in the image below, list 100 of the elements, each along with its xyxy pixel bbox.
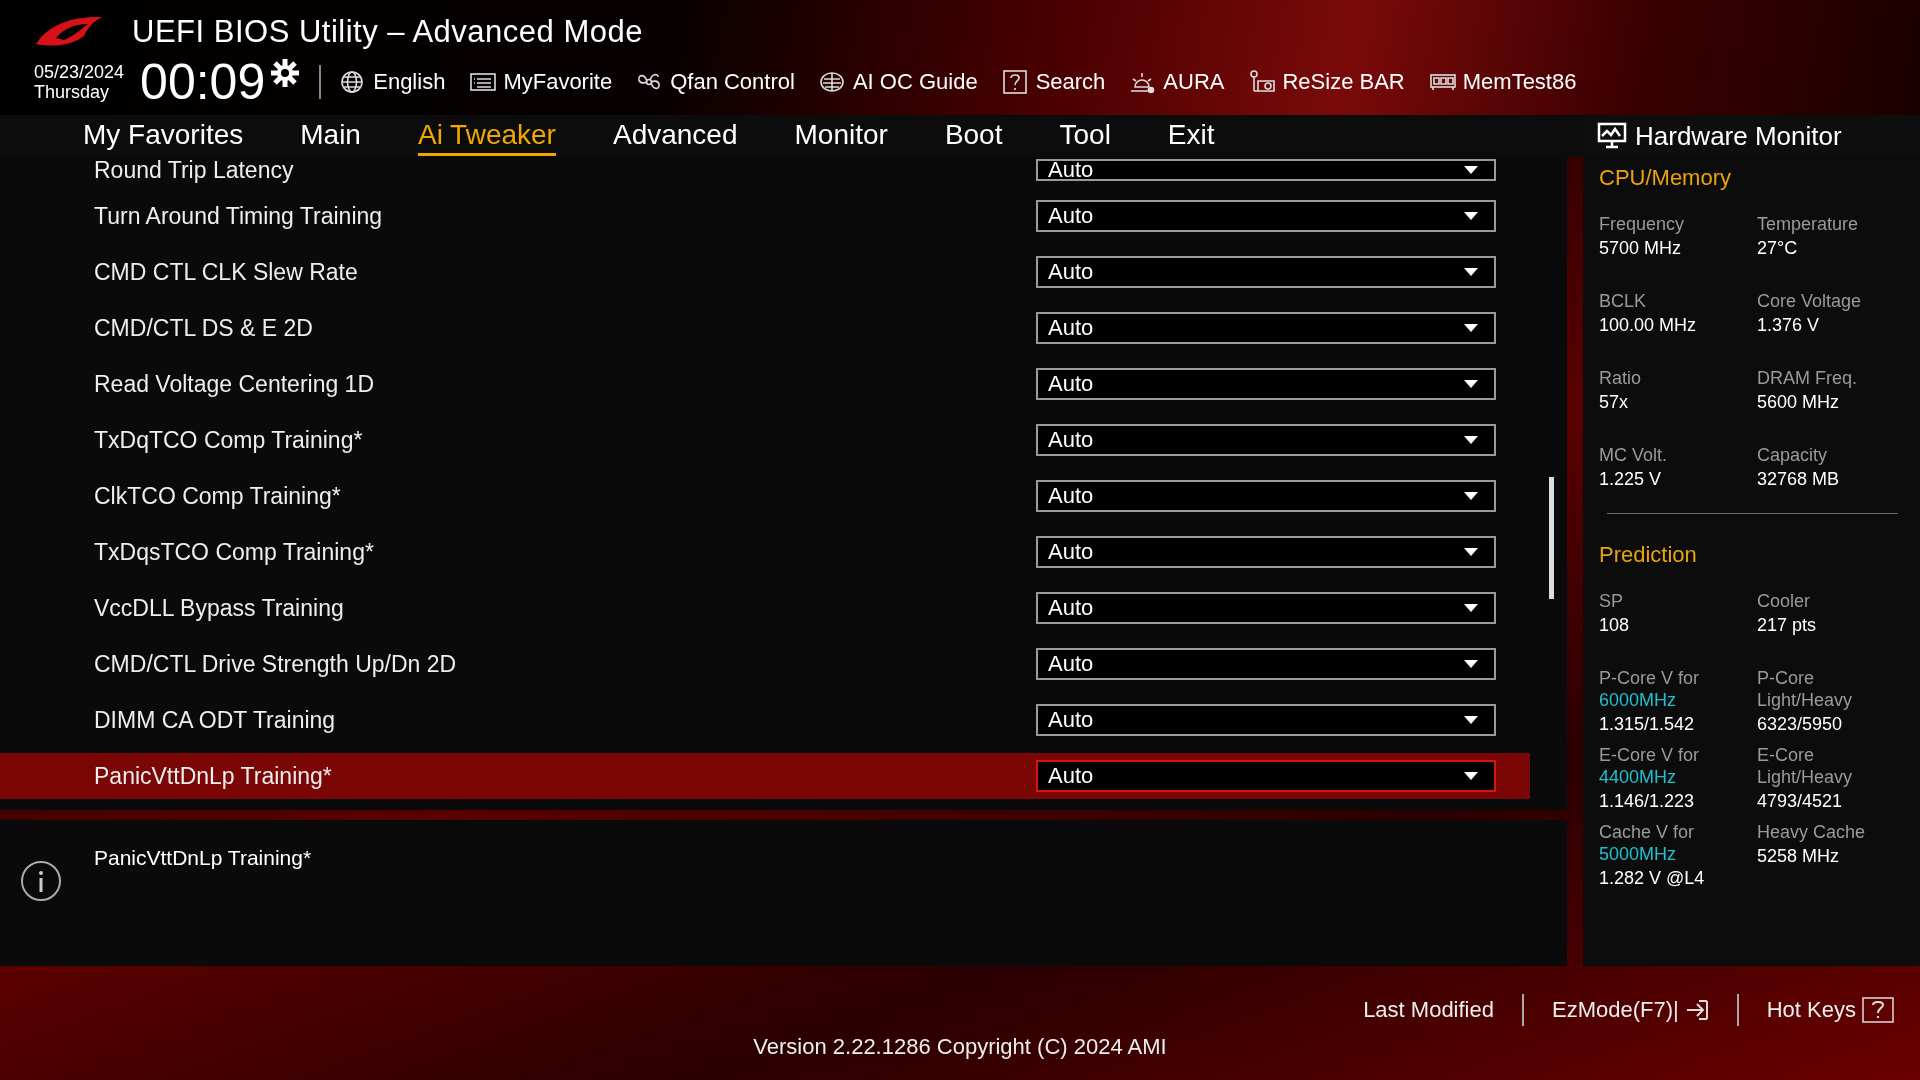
metric-label: P-Core Light/Heavy (1757, 667, 1854, 711)
setting-row[interactable]: DIMM CA ODT Training Auto (0, 697, 1530, 743)
caret-icon (1464, 772, 1478, 780)
dropdown[interactable]: Auto (1036, 648, 1496, 680)
metric-label: Core Voltage (1757, 290, 1863, 312)
metric-label: P-Core V for (1599, 667, 1701, 689)
caret-icon (1464, 604, 1478, 612)
toolbar-button[interactable]: AURA (1129, 69, 1225, 95)
frequency-label: 6000MHz (1599, 689, 1678, 711)
dropdown[interactable]: Auto (1036, 368, 1496, 400)
setting-row[interactable]: VccDLL Bypass Training Auto (0, 585, 1530, 631)
section-title: CPU/Memory (1599, 165, 1732, 191)
toolbar-button[interactable]: ReSize BAR (1248, 69, 1405, 95)
toolbar-button[interactable]: Qfan Control (636, 69, 795, 95)
metric-value: 100.00 MHz (1599, 314, 1698, 336)
menu-tab[interactable]: Main (300, 116, 361, 156)
clock-time: 00:09 (140, 54, 266, 110)
setting-label: CMD/CTL Drive Strength Up/Dn 2D (94, 650, 457, 678)
monitor-icon (1597, 122, 1627, 150)
toolbar-button[interactable]: MyFavorite (469, 69, 613, 95)
metric-value: 57x (1599, 391, 1630, 413)
caret-icon (1464, 436, 1478, 444)
metric-value: 5600 MHz (1757, 391, 1841, 413)
menu-tab[interactable]: Advanced (612, 116, 738, 156)
metric-value: 4793/4521 (1757, 790, 1844, 812)
toolbar-button[interactable]: Search (1001, 69, 1106, 95)
metric-label: Ratio (1599, 367, 1643, 389)
dropdown[interactable]: Auto (1036, 592, 1496, 624)
metric-label: Capacity (1757, 444, 1829, 466)
date-text: 05/23/2024 (34, 62, 125, 82)
menu-tab[interactable]: My Favorites (83, 116, 244, 156)
dropdown[interactable]: Auto (1036, 159, 1496, 181)
setting-row[interactable]: TxDqsTCO Comp Training* Auto (0, 529, 1530, 575)
footer-button[interactable]: Hot Keys (1766, 997, 1894, 1023)
metric-value: 108 (1599, 614, 1631, 636)
setting-label: Read Voltage Centering 1D (94, 370, 375, 398)
metric-value: 27°C (1757, 237, 1799, 259)
setting-label: PanicVttDnLp Training* (94, 762, 332, 790)
window-title: UEFI BIOS Utility – Advanced Mode (132, 14, 643, 50)
metric-value: 1.315/1.542 (1599, 713, 1696, 735)
menu-tab[interactable]: Boot (944, 116, 1003, 156)
metric-value: 6323/5950 (1757, 713, 1844, 735)
metric-label: E-Core V for (1599, 744, 1701, 766)
caret-icon (1464, 324, 1478, 332)
metric-value: 5258 MHz (1757, 845, 1841, 867)
setting-row[interactable]: CMD/CTL Drive Strength Up/Dn 2D Auto (0, 641, 1530, 687)
weekday-text: Thursday (34, 82, 111, 102)
caret-icon (1464, 268, 1478, 276)
toolbar-button[interactable]: MemTest86 (1428, 69, 1577, 95)
dropdown[interactable]: Auto (1036, 256, 1496, 288)
setting-label: CMD/CTL DS & E 2D (94, 314, 313, 342)
caret-icon (1464, 212, 1478, 220)
menu-tab[interactable]: Exit (1167, 116, 1215, 156)
setting-row[interactable]: Round Trip Latency Auto (0, 157, 1530, 183)
dropdown[interactable]: Auto (1036, 480, 1496, 512)
setting-row[interactable]: ClkTCO Comp Training* Auto (0, 473, 1530, 519)
frequency-label: 5000MHz (1599, 843, 1678, 865)
metric-label: Cache V for (1599, 821, 1696, 843)
setting-label: ClkTCO Comp Training* (94, 482, 341, 510)
setting-label: TxDqsTCO Comp Training* (94, 538, 374, 566)
caret-icon (1464, 492, 1478, 500)
toolbar-button[interactable]: AI OC Guide (818, 69, 978, 95)
panel-title: Hardware Monitor (1635, 120, 1842, 152)
footer-button[interactable]: Last Modified (1363, 997, 1494, 1023)
metric-value: 217 pts (1757, 614, 1818, 636)
frequency-label: 4400MHz (1599, 766, 1678, 788)
dropdown[interactable]: Auto (1036, 424, 1496, 456)
toolbar-button[interactable]: English (339, 69, 446, 95)
setting-label: DIMM CA ODT Training (94, 706, 336, 734)
info-icon (20, 860, 62, 902)
selected-row[interactable]: PanicVttDnLp Training* Auto (0, 753, 1530, 799)
metric-label: MC Volt. (1599, 444, 1669, 466)
setting-row[interactable]: CMD CTL CLK Slew Rate Auto (0, 249, 1530, 295)
caret-icon (1464, 548, 1478, 556)
metric-value: 5700 MHz (1599, 237, 1683, 259)
metric-value: 1.146/1.223 (1599, 790, 1696, 812)
dropdown[interactable]: Auto (1036, 760, 1496, 792)
card-icon (1248, 69, 1277, 95)
caret-icon (1464, 716, 1478, 724)
caret-icon (1464, 660, 1478, 668)
dropdown[interactable]: Auto (1036, 312, 1496, 344)
footer-button[interactable]: EzMode(F7)| (1552, 997, 1709, 1023)
metric-label: SP (1599, 590, 1624, 612)
setting-row[interactable]: TxDqTCO Comp Training* Auto (0, 417, 1530, 463)
dropdown[interactable]: Auto (1036, 536, 1496, 568)
menu-tab[interactable]: Tool (1059, 116, 1111, 156)
menu-tab[interactable]: Monitor (794, 116, 888, 156)
setting-row[interactable]: CMD/CTL DS & E 2D Auto (0, 305, 1530, 351)
setting-row[interactable]: Read Voltage Centering 1D Auto (0, 361, 1530, 407)
dropdown[interactable]: Auto (1036, 704, 1496, 736)
setting-label: TxDqTCO Comp Training* (94, 426, 363, 454)
setting-label: Turn Around Timing Training (94, 202, 383, 230)
question-box-icon (1862, 997, 1894, 1023)
scrollbar[interactable] (1549, 477, 1554, 599)
question-box-icon (1001, 69, 1030, 95)
setting-label: CMD CTL CLK Slew Rate (94, 258, 358, 286)
setting-label: Round Trip Latency (94, 156, 294, 184)
dropdown[interactable]: Auto (1036, 200, 1496, 232)
setting-row[interactable]: Turn Around Timing Training Auto (0, 193, 1530, 239)
metric-label: Heavy Cache (1757, 821, 1867, 843)
